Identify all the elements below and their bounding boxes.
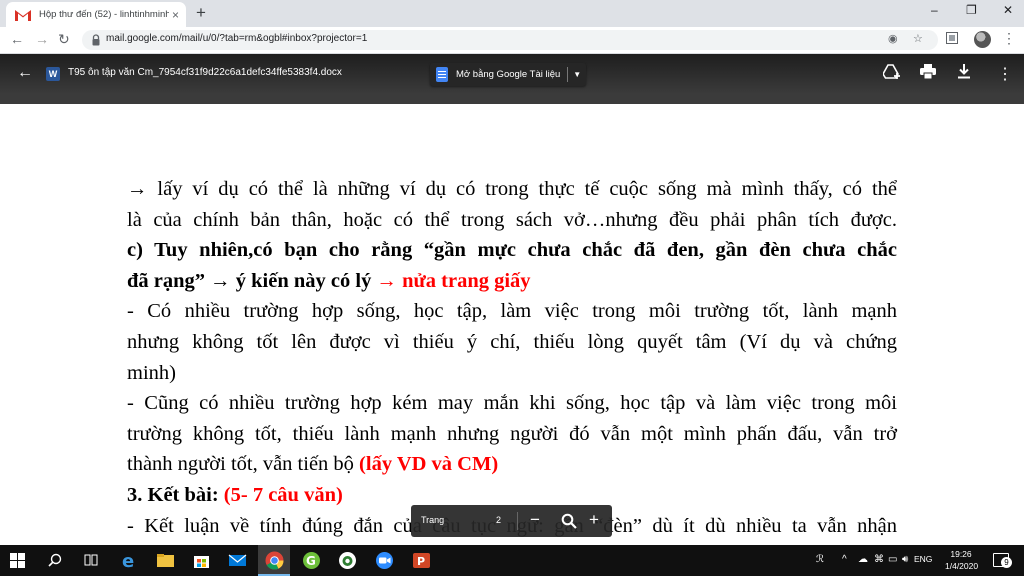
reload-button[interactable]: ↻	[58, 31, 70, 48]
new-tab-button[interactable]: +	[196, 3, 206, 23]
document-text-segment: minh)	[127, 361, 176, 384]
add-to-drive-icon[interactable]	[883, 64, 901, 80]
mail-icon[interactable]	[228, 551, 247, 570]
document-text-segment: trường không tốt, thiếu lành mạnh nhưng …	[127, 422, 897, 445]
document-line: nhưng không tốt lên được vì thiếu ý chí,…	[127, 330, 897, 354]
powerpoint-icon[interactable]: P	[412, 551, 431, 570]
store-icon[interactable]	[192, 551, 211, 570]
document-text-segment: (5- 7 câu văn)	[223, 484, 343, 506]
viewer-toolbar: ← W T95 ôn tập văn Cm_7954cf31f9d22c6a1d…	[0, 54, 1024, 94]
document-line: thành người tốt, vẫn tiến bộ (lấy VD và …	[127, 452, 897, 476]
document-text-segment: → nửa trang giấy	[376, 269, 531, 292]
windows-start-icon[interactable]	[10, 553, 25, 568]
minimize-button[interactable]: –	[931, 3, 938, 17]
zoom-magnifier-icon[interactable]	[561, 513, 577, 529]
browser-tab-strip: Hộp thư đến (52) - linhtinhminh5 × + – ❐…	[0, 0, 1024, 27]
restore-button[interactable]: ❐	[966, 3, 977, 17]
google-docs-icon	[436, 67, 448, 82]
word-file-icon: W	[46, 67, 60, 81]
print-icon[interactable]	[920, 64, 936, 79]
open-with-divider	[567, 67, 569, 82]
document-line: trường không tốt, thiếu lành mạnh nhưng …	[127, 422, 897, 446]
document-text-segment: c) Tuy nhiên,có bạn cho rằng “gần mực ch…	[127, 239, 897, 262]
people-icon[interactable]: ℛ	[816, 554, 824, 565]
document-text-segment: (lấy VD và CM)	[359, 453, 499, 476]
tab-title: Hộp thư đến (52) - linhtinhminh5	[39, 9, 169, 20]
page-label: Trang	[421, 515, 445, 525]
document-text-segment: là của chính bản thân, hoặc có thể trong…	[127, 208, 897, 231]
svg-text:P: P	[417, 555, 425, 568]
svg-text:G: G	[306, 554, 316, 568]
document-text-segment: - Cũng có nhiều trường hợp kém may mắn k…	[127, 392, 897, 415]
tab-gmail-inbox[interactable]: Hộp thư đến (52) - linhtinhminh5 ×	[6, 2, 186, 27]
volume-icon[interactable]: 🔊︎	[902, 554, 908, 565]
document-text-segment: nhưng không tốt lên được vì thiếu ý chí,…	[127, 331, 897, 353]
document-text-segment: đã rạng” → ý kiến này có lý	[127, 269, 377, 292]
download-icon[interactable]	[957, 64, 971, 79]
forward-button[interactable]: →	[35, 31, 49, 47]
notification-count-badge: 9	[1001, 557, 1012, 568]
zoom-out-button[interactable]: −	[530, 510, 540, 530]
document-text-segment: - Có nhiều trường hợp sống, học tập, làm…	[127, 300, 897, 323]
document-page: → lấy ví dụ có thể là những ví dụ có tro…	[0, 104, 1024, 545]
close-viewer-arrow-icon[interactable]: ←	[17, 64, 33, 82]
current-page-number[interactable]: 2	[496, 515, 501, 525]
document-line: minh)	[127, 361, 897, 385]
task-view-icon[interactable]	[84, 553, 98, 567]
document-text-segment: thành người tốt, vẫn tiến bộ	[127, 453, 360, 476]
lock-icon	[92, 34, 100, 46]
tab-close-icon[interactable]: ×	[172, 8, 179, 22]
back-button[interactable]: ←	[10, 31, 24, 47]
page-navigation-bar: Trang 2 − +	[411, 505, 612, 537]
document-line: là của chính bản thân, hoặc có thể trong…	[127, 208, 897, 232]
bookmark-star-icon[interactable]: ☆	[913, 32, 923, 45]
document-viewer: ← W T95 ôn tập văn Cm_7954cf31f9d22c6a1d…	[0, 54, 1024, 545]
page-nav-divider	[517, 512, 518, 530]
document-line: 3. Kết bài: (5- 7 câu văn)	[127, 483, 897, 507]
zoom-in-button[interactable]: +	[589, 510, 599, 530]
svg-text:e: e	[122, 551, 134, 570]
chrome-icon[interactable]	[265, 551, 284, 570]
document-line: đã rạng” → ý kiến này có lý → nửa trang …	[127, 269, 897, 293]
url-text: mail.google.com/mail/u/0/?tab=rm&ogbl#in…	[106, 33, 368, 44]
document-line: - Cũng có nhiều trường hợp kém may mắn k…	[127, 391, 897, 415]
chevron-down-icon[interactable]: ▼	[573, 70, 581, 79]
tray-overflow-chevron-icon[interactable]: ^	[842, 554, 847, 565]
extension-icon[interactable]	[946, 32, 958, 44]
gmail-icon	[15, 8, 31, 21]
battery-icon[interactable]: ▭	[888, 554, 897, 565]
greenshot-icon[interactable]: G	[302, 551, 321, 570]
document-text-segment: 3. Kết bài:	[127, 484, 224, 506]
cloud-icon[interactable]: ☁	[858, 554, 868, 565]
document-line: c) Tuy nhiên,có bạn cho rằng “gần mực ch…	[127, 238, 897, 262]
clock-date: 1/4/2020	[945, 561, 979, 571]
file-explorer-icon[interactable]	[156, 551, 175, 570]
browser-menu-icon[interactable]: ⋮	[1002, 30, 1016, 47]
zoom-app-icon[interactable]	[375, 551, 394, 570]
document-filename: T95 ôn tập văn Cm_7954cf31f9d22c6a1defc3…	[68, 67, 342, 78]
close-window-button[interactable]: ✕	[1003, 3, 1013, 17]
document-line: - Có nhiều trường hợp sống, học tập, làm…	[127, 299, 897, 323]
edge-browser-icon[interactable]: e	[120, 551, 139, 570]
document-text-segment: → lấy ví dụ có thể là những ví dụ có tro…	[127, 178, 897, 200]
coccoc-icon[interactable]	[338, 551, 357, 570]
open-with-google-docs-button[interactable]: Mở bằng Google Tài liệu ▼	[430, 63, 586, 86]
system-clock[interactable]: 19:26 1/4/2020	[945, 548, 979, 572]
windows-taskbar: e G P ℛ ^ ☁ ⌘ ▭ 🔊︎ ENG 19:26 1/4/2020 9	[0, 545, 1024, 576]
address-bar[interactable]: mail.google.com/mail/u/0/?tab=rm&ogbl#in…	[82, 30, 938, 50]
document-line: → lấy ví dụ có thể là những ví dụ có tro…	[127, 177, 897, 201]
open-with-label: Mở bằng Google Tài liệu	[456, 69, 561, 80]
clock-time: 19:26	[950, 549, 972, 559]
search-icon[interactable]	[48, 553, 62, 567]
network-icon[interactable]: ⌘	[874, 554, 884, 565]
more-options-icon[interactable]: ⋮	[997, 64, 1013, 84]
profile-avatar[interactable]	[974, 31, 991, 48]
language-indicator[interactable]: ENG	[914, 554, 932, 564]
browser-toolbar: ← → ↻ mail.google.com/mail/u/0/?tab=rm&o…	[0, 27, 1024, 54]
eye-icon[interactable]: ◉	[888, 32, 898, 45]
